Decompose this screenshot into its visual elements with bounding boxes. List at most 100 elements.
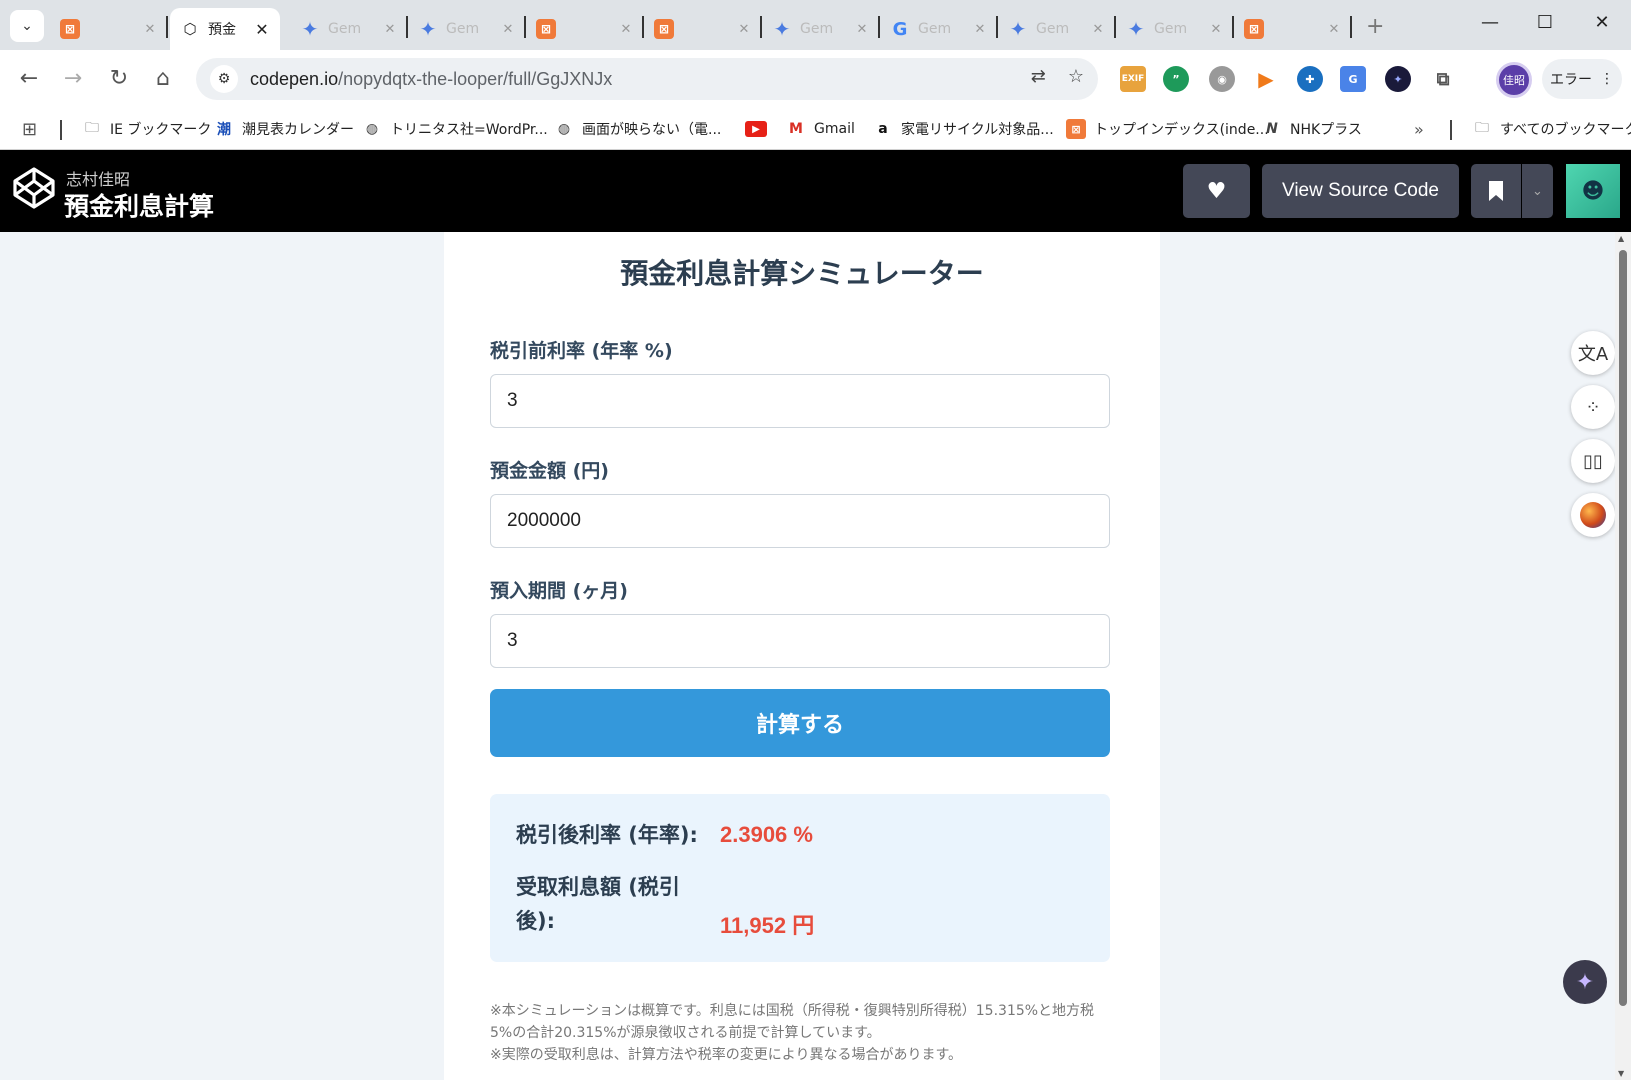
tab-active[interactable]: ⬡ 預金 ✕ — [170, 8, 280, 50]
bookmark-item[interactable]: a 家電リサイクル対象品... — [873, 116, 1053, 142]
close-icon[interactable]: ✕ — [1208, 22, 1224, 37]
close-icon[interactable]: ✕ — [972, 22, 988, 37]
user-avatar[interactable]: ☻ — [1566, 164, 1620, 218]
scroll-up-icon[interactable]: ▲ — [1618, 234, 1624, 243]
scrollbar-thumb[interactable] — [1619, 250, 1627, 1006]
maximize-button[interactable]: ☐ — [1525, 12, 1565, 38]
profile-avatar[interactable]: 佳昭 — [1496, 62, 1532, 98]
reload-button[interactable]: ↻ — [104, 64, 134, 94]
view-source-button[interactable]: View Source Code — [1262, 164, 1459, 218]
tab-10[interactable]: ⊠ ✕ — [1234, 8, 1352, 50]
extensions-puzzle-icon[interactable]: ⧉ — [1430, 66, 1456, 92]
bookmark-item[interactable]: ◍ 画面が映らない（電... — [554, 116, 721, 142]
note-text: ※本シミュレーションは概算です。利息には国税（所得税・復興特別所得税）15.31… — [490, 1003, 1095, 1041]
close-window-button[interactable]: ✕ — [1582, 12, 1622, 38]
tab-9[interactable]: ✦ Gem ✕ — [1116, 8, 1234, 50]
bookmark-item[interactable]: N NHKプラス — [1262, 116, 1362, 142]
bookmark-dropdown-button[interactable]: ⌄ — [1522, 164, 1553, 218]
tab-8[interactable]: ✦ Gem ✕ — [998, 8, 1116, 50]
heart-icon: ♥ — [1206, 178, 1227, 204]
gemini-icon: ✦ — [1127, 17, 1145, 41]
youtube-bookmark[interactable]: ▶ — [745, 116, 775, 142]
close-icon[interactable]: ✕ — [854, 22, 870, 37]
orb-icon — [1580, 502, 1606, 528]
close-icon[interactable]: ✕ — [1326, 22, 1342, 37]
apps-side-button[interactable]: ⁘ — [1571, 385, 1615, 429]
folder-icon: 🗀 — [85, 120, 99, 136]
tab-6[interactable]: ✦ Gem ✕ — [762, 8, 880, 50]
forward-button[interactable]: → — [58, 64, 88, 94]
exif-extension-icon[interactable]: EXIF — [1120, 66, 1146, 92]
close-icon[interactable]: ✕ — [500, 22, 516, 37]
apps-icon: ⁘ — [1585, 396, 1601, 418]
error-menu-button[interactable]: エラー ⋮ — [1542, 59, 1622, 99]
quote-extension-icon[interactable]: ” — [1163, 66, 1189, 92]
tide-icon: 潮 — [217, 122, 231, 138]
translate-icon[interactable]: ⇄ — [1031, 66, 1046, 87]
address-bar[interactable]: ⚙ codepen.io/nopydqtx-the-looper/full/Gg… — [196, 58, 1098, 100]
all-bookmarks[interactable]: 🗀 すべてのブックマーク — [1472, 116, 1631, 142]
close-icon[interactable]: ✕ — [618, 22, 634, 37]
translate-side-button[interactable]: 文A — [1571, 331, 1615, 375]
tab-5[interactable]: ⊠ ✕ — [644, 8, 762, 50]
star-icon[interactable]: ☆ — [1068, 66, 1084, 87]
result-box: 税引後利率 (年率): 2.3906 % 受取利息額 (税引 後): 11,95… — [490, 794, 1110, 962]
bookmark-button[interactable] — [1471, 164, 1521, 218]
google-translate-icon[interactable]: G — [1340, 66, 1366, 92]
period-label: 預入期間 (ヶ月) — [490, 580, 628, 602]
new-tab-button[interactable]: + — [1366, 14, 1384, 39]
close-icon[interactable]: ✕ — [142, 22, 158, 37]
more-bookmarks-icon[interactable]: » — [1414, 116, 1424, 142]
tab-strip: ⌄ ⊠ ✕ ⬡ 預金 ✕ ✦ Gem ✕ ✦ Gem ✕ ⊠ ✕ ⊠ ✕ ✦ Gem ✕ G Gem ✕ … — [0, 0, 1631, 50]
close-icon[interactable]: ✕ — [1090, 22, 1106, 37]
globe-icon: ◍ — [557, 121, 571, 137]
sparkle-icon: ✦ — [1575, 969, 1595, 995]
heart-button[interactable]: ♥ — [1183, 164, 1250, 218]
bookmark-item[interactable]: ◍ トリニタス社=WordPr... — [362, 116, 548, 142]
home-button[interactable]: ⌂ — [148, 64, 178, 94]
after-tax-rate-label: 税引後利率 (年率): — [516, 823, 698, 847]
book-icon: ▯▯ — [1583, 450, 1603, 472]
interest-label-line1: 受取利息額 (税引 — [516, 875, 680, 899]
bookmark-icon — [1489, 181, 1503, 201]
codepen-logo-icon[interactable] — [12, 166, 56, 210]
interest-value: 11,952 円 — [720, 913, 815, 938]
tab-3[interactable]: ✦ Gem ✕ — [408, 8, 526, 50]
rss-extension-icon[interactable]: ◉ — [1209, 66, 1235, 92]
chevron-down-icon: ⌄ — [21, 18, 33, 34]
codepen-icon: ⊠ — [1244, 19, 1264, 39]
close-icon[interactable]: ✕ — [736, 22, 752, 37]
calculate-button[interactable]: 計算する — [490, 689, 1110, 757]
extension-side-button[interactable] — [1571, 493, 1615, 537]
page-scrollbar[interactable]: ▲ ▼ — [1615, 232, 1631, 1080]
tab-4[interactable]: ⊠ ✕ — [526, 8, 644, 50]
ai-assistant-button[interactable]: ✦ — [1563, 960, 1607, 1004]
bookmark-item[interactable]: 🗀 IE ブックマーク — [82, 116, 211, 142]
scroll-down-icon[interactable]: ▼ — [1618, 1069, 1624, 1078]
rate-input[interactable] — [490, 374, 1110, 428]
gemini-icon: ✦ — [773, 17, 791, 41]
minimize-button[interactable]: — — [1470, 12, 1510, 38]
url-path: /nopydqtx-the-looper/full/GgJXNJx — [338, 68, 613, 89]
reader-side-button[interactable]: ▯▯ — [1571, 439, 1615, 483]
codepen-header: 志村佳昭 預金利息計算 ♥ View Source Code ⌄ ☻ — [0, 150, 1631, 232]
apps-grid-icon[interactable]: ⊞ — [22, 116, 37, 142]
period-input[interactable] — [490, 614, 1110, 668]
bookmark-item[interactable]: M Gmail — [786, 116, 855, 142]
bookmark-item[interactable]: ⊠ トップインデックス(inde... — [1066, 116, 1269, 142]
amount-input[interactable] — [490, 494, 1110, 548]
tab-0[interactable]: ⊠ ✕ — [50, 8, 168, 50]
bookmark-item[interactable]: 潮潮見表カレンダー — [214, 116, 354, 142]
play-extension-icon[interactable]: ▶ — [1253, 66, 1279, 92]
game-extension-icon[interactable]: ✚ — [1297, 66, 1323, 92]
sparkle-extension-icon[interactable]: ✦ — [1385, 66, 1411, 92]
nhk-icon: N — [1266, 121, 1278, 137]
tab-7[interactable]: G Gem ✕ — [880, 8, 998, 50]
close-icon[interactable]: ✕ — [382, 22, 398, 37]
tab-search-button[interactable]: ⌄ — [10, 10, 44, 42]
close-icon[interactable]: ✕ — [254, 20, 270, 39]
translate-icon: 文A — [1577, 344, 1609, 365]
back-button[interactable]: ← — [14, 64, 44, 94]
site-info-icon[interactable]: ⚙ — [210, 65, 238, 93]
tab-2[interactable]: ✦ Gem ✕ — [290, 8, 408, 50]
